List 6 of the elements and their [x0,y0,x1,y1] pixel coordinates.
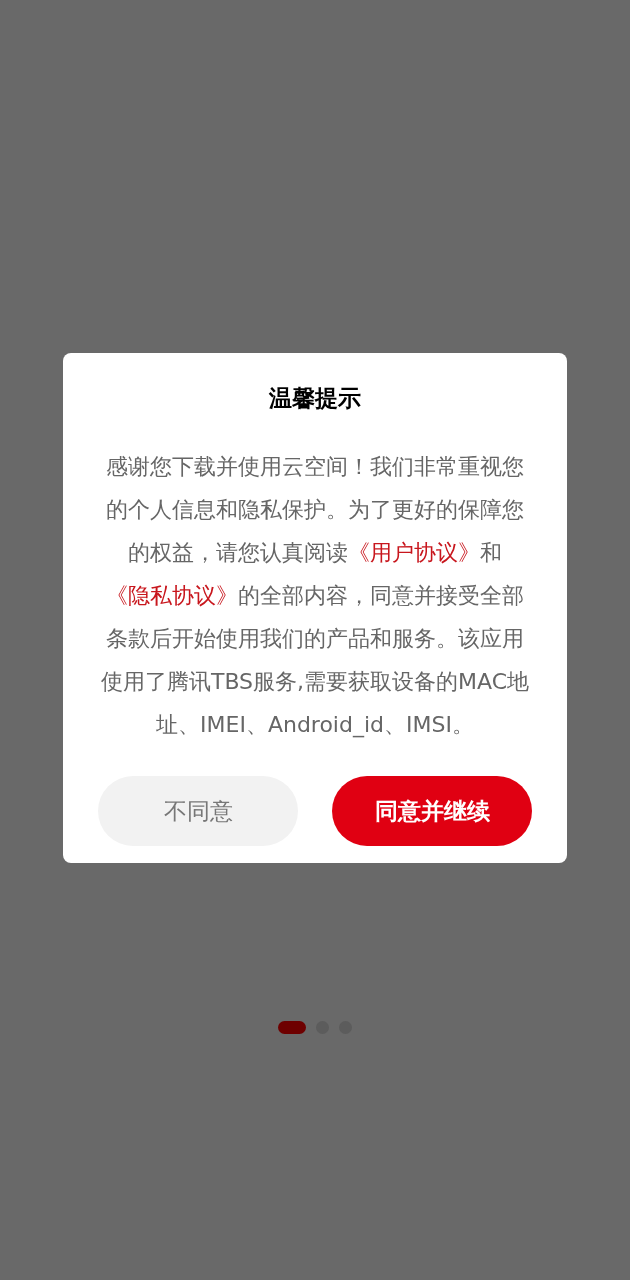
agreement-link[interactable]: 《用户协议》 [348,540,480,565]
agree-button[interactable]: 同意并继续 [332,776,532,846]
dialog-message: 感谢您下载并使用云空间！我们非常重视您的个人信息和隐私保护。为了更好的保障您的权益，请您认真阅读《用户协议》和 《隐私协议》的全部内容，同意并接受全部条款后开始使用我们的产品和服务。该应用使用了腾讯TBS服务,需要获取设备的MAC地址、IMEI、Android_id、IMSI。 [99,453,531,740]
agreement-link[interactable]: 《隐私协议》 [106,583,238,608]
disagree-button[interactable]: 不同意 [98,776,298,846]
dialog-title: 温馨提示 [269,384,361,413]
